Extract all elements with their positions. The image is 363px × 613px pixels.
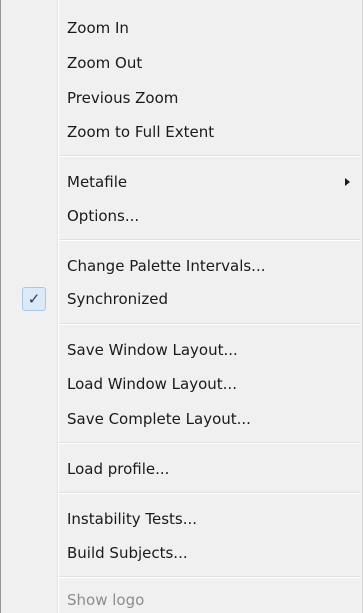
menu-item-load-window-layout[interactable]: Load Window Layout... bbox=[1, 368, 362, 400]
menu-separator bbox=[59, 442, 360, 444]
checkbox-indicator: ✓ bbox=[22, 287, 46, 311]
menu-separator bbox=[59, 239, 360, 241]
menu-item-save-complete-layout[interactable]: Save Complete Layout... bbox=[1, 403, 362, 435]
menu-item-label: Build Subjects... bbox=[67, 544, 188, 562]
context-menu: Zoom In Zoom Out Previous Zoom Zoom to F… bbox=[0, 0, 363, 613]
menu-item-label: Metafile bbox=[67, 173, 128, 191]
menu-item-show-logo: Show logo bbox=[1, 584, 362, 613]
menu-separator bbox=[59, 576, 360, 578]
menu-item-build-subjects[interactable]: Build Subjects... bbox=[1, 537, 362, 569]
menu-separator bbox=[59, 155, 360, 157]
menu-item-save-window-layout[interactable]: Save Window Layout... bbox=[1, 334, 362, 366]
menu-item-label: Change Palette Intervals... bbox=[67, 257, 266, 275]
menu-item-instability-tests[interactable]: Instability Tests... bbox=[1, 503, 362, 535]
menu-separator bbox=[59, 492, 360, 494]
menu-item-label: Load Window Layout... bbox=[67, 375, 237, 393]
menu-item-zoom-full-extent[interactable]: Zoom to Full Extent bbox=[1, 116, 362, 148]
menu-item-label: Zoom In bbox=[67, 19, 129, 37]
menu-item-metafile[interactable]: Metafile bbox=[1, 166, 362, 198]
menu-item-label: Options... bbox=[67, 207, 140, 225]
menu-item-label: Zoom to Full Extent bbox=[67, 123, 215, 141]
menu-item-zoom-out[interactable]: Zoom Out bbox=[1, 47, 362, 79]
menu-item-previous-zoom[interactable]: Previous Zoom bbox=[1, 82, 362, 114]
menu-item-label: Load profile... bbox=[67, 460, 170, 478]
submenu-arrow-icon bbox=[345, 178, 350, 186]
menu-item-label: Instability Tests... bbox=[67, 510, 198, 528]
menu-separator bbox=[59, 323, 360, 325]
menu-item-load-profile[interactable]: Load profile... bbox=[1, 453, 362, 485]
menu-item-zoom-in[interactable]: Zoom In bbox=[1, 12, 362, 44]
menu-item-label: Synchronized bbox=[67, 290, 168, 308]
menu-item-synchronized[interactable]: ✓ Synchronized bbox=[1, 283, 362, 315]
menu-item-label: Save Complete Layout... bbox=[67, 410, 251, 428]
menu-item-label: Show logo bbox=[67, 591, 145, 609]
checkmark-icon: ✓ bbox=[27, 290, 41, 308]
menu-item-options[interactable]: Options... bbox=[1, 200, 362, 232]
menu-item-label: Previous Zoom bbox=[67, 89, 179, 107]
menu-item-label: Save Window Layout... bbox=[67, 341, 238, 359]
menu-item-change-palette-intervals[interactable]: Change Palette Intervals... bbox=[1, 250, 362, 282]
menu-item-label: Zoom Out bbox=[67, 54, 143, 72]
